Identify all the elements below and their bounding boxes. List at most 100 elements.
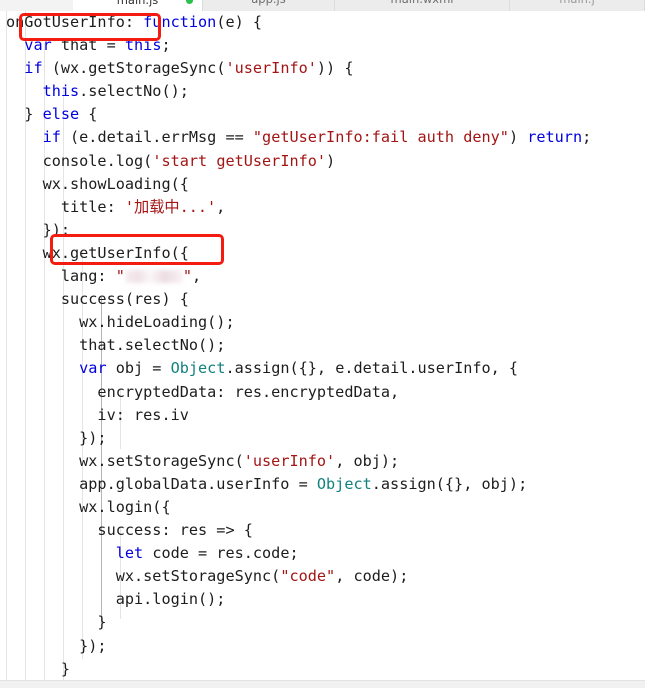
code-line[interactable]: wx.hideLoading(); <box>0 311 645 334</box>
tab-main-wxml[interactable]: main.wxml <box>335 0 510 11</box>
code-token: ) <box>508 128 528 147</box>
code-line[interactable]: if (e.detail.errMsg == "getUserInfo:fail… <box>0 126 645 149</box>
code-line[interactable]: title: '加载中...', <box>0 196 645 219</box>
code-editing-area[interactable]: onGotUserInfo: function(e) { var that = … <box>0 11 645 681</box>
code-token: " <box>115 267 125 286</box>
code-token: , <box>192 267 202 286</box>
code-token: wx.showLoading({ <box>6 174 189 193</box>
code-token: "code" <box>280 567 336 586</box>
code-token: var <box>24 36 52 55</box>
code-token: wx.getUserInfo({ <box>6 243 189 262</box>
code-token: '加载中...' <box>124 197 217 216</box>
code-line[interactable]: app.globalData.userInfo = Object.assign(… <box>0 473 645 496</box>
code-token: }); <box>6 428 107 447</box>
code-token: Object <box>316 474 372 493</box>
code-line[interactable]: wx.login({ <box>0 496 645 519</box>
code-token: ; <box>161 36 171 55</box>
code-line[interactable]: wx.setStorageSync('userInfo', obj); <box>0 450 645 473</box>
code-token: wx.setStorageSync( <box>6 567 281 586</box>
code-token: .selectNo(); <box>79 82 189 101</box>
code-line[interactable]: wx.getUserInfo({ <box>0 242 645 265</box>
code-token: this <box>124 36 162 55</box>
code-line[interactable]: success: res => { <box>0 519 645 542</box>
code-token: success: res => { <box>6 521 253 540</box>
tab-main-js[interactable]: main.js <box>73 0 203 11</box>
tab-app-js[interactable]: app.js <box>203 0 335 11</box>
code-token: return <box>527 128 583 147</box>
code-token: (e) { <box>216 13 263 31</box>
tab-main-js-label: main.js <box>116 0 159 7</box>
code-token: else <box>42 105 80 124</box>
code-token: that.selectNo(); <box>6 336 226 355</box>
code-token: iv: res.iv <box>6 405 189 424</box>
code-line[interactable]: encryptedData: res.encryptedData, <box>0 381 645 404</box>
code-line[interactable]: iv: res.iv <box>0 404 645 427</box>
code-line[interactable]: let code = res.code; <box>0 542 645 565</box>
editor-bottom-strip <box>0 680 645 688</box>
code-editor-window: main.js app.js main.wxml main.j onGotUse… <box>0 0 645 688</box>
code-line[interactable]: if (wx.getStorageSync('userInfo')) { <box>0 57 645 80</box>
code-token: , code); <box>335 567 409 586</box>
code-line[interactable]: this.selectNo(); <box>0 80 645 103</box>
code-token: .assign({}, e.detail.userInfo, { <box>225 359 519 378</box>
code-token: if <box>42 128 61 147</box>
code-line[interactable]: var that = this; <box>0 34 645 57</box>
code-line[interactable]: lang: " ", <box>0 265 645 288</box>
code-line[interactable]: } <box>0 611 645 634</box>
unsaved-indicator-dot <box>186 0 193 4</box>
code-line[interactable]: }); <box>0 427 645 450</box>
code-token: if <box>24 59 43 78</box>
code-token: }); <box>6 220 71 239</box>
code-token: 'start getUserInfo' <box>152 151 327 170</box>
code-token: function <box>143 13 217 31</box>
code-line[interactable]: wx.showLoading({ <box>0 173 645 196</box>
code-line[interactable]: } else { <box>0 103 645 126</box>
code-token: lang: <box>6 267 116 286</box>
code-line[interactable]: }); <box>0 635 645 658</box>
code-token: app.globalData.userInfo = <box>6 474 317 493</box>
code-token: let <box>115 544 144 563</box>
code-token: } <box>6 613 107 632</box>
tab-main-j-label: main.j <box>559 0 595 6</box>
code-line[interactable]: success(res) { <box>0 288 645 311</box>
code-line[interactable]: wx.setStorageSync("code", code); <box>0 565 645 588</box>
tab-app-js-label: app.js <box>251 0 286 6</box>
code-token: code = res.code; <box>143 544 299 563</box>
code-line-list[interactable]: onGotUserInfo: function(e) { var that = … <box>0 11 645 681</box>
code-line[interactable]: var obj = Object.assign({}, e.detail.use… <box>0 357 645 380</box>
code-token: console.log( <box>6 151 153 170</box>
code-token: ) <box>326 151 336 170</box>
code-token: var <box>79 359 107 378</box>
code-line[interactable]: onGotUserInfo: function(e) { <box>0 11 645 34</box>
code-token: encryptedData: res.encryptedData, <box>6 382 400 401</box>
code-token: title: <box>6 197 125 216</box>
code-line[interactable]: that.selectNo(); <box>0 334 645 357</box>
code-token: api.login(); <box>6 590 226 609</box>
code-token: onGotUserInfo: <box>6 13 144 31</box>
code-line[interactable]: api.login(); <box>0 588 645 611</box>
code-token: wx.hideLoading(); <box>6 313 235 332</box>
code-token: this <box>42 82 80 101</box>
code-token: 'userInfo' <box>243 451 336 470</box>
code-token: that = <box>51 36 125 55</box>
code-token: 'userInfo' <box>225 59 317 78</box>
code-token: wx.login({ <box>6 497 171 516</box>
code-token: " <box>182 267 193 286</box>
code-line[interactable]: } <box>0 658 645 681</box>
code-token: .assign({}, obj); <box>371 474 528 493</box>
code-token: "getUserInfo:fail auth deny" <box>252 128 509 147</box>
code-line[interactable]: }); <box>0 219 645 242</box>
tab-main-wxml-label: main.wxml <box>391 0 454 6</box>
code-token: obj = <box>106 359 171 378</box>
tab-main-j[interactable]: main.j <box>510 0 645 11</box>
code-token: } <box>6 105 43 124</box>
code-token: success(res) { <box>6 290 189 309</box>
code-token: (wx.getStorageSync( <box>42 59 226 78</box>
code-token: }); <box>6 636 107 655</box>
code-token: Object <box>170 359 226 378</box>
code-line[interactable]: console.log('start getUserInfo') <box>0 150 645 173</box>
